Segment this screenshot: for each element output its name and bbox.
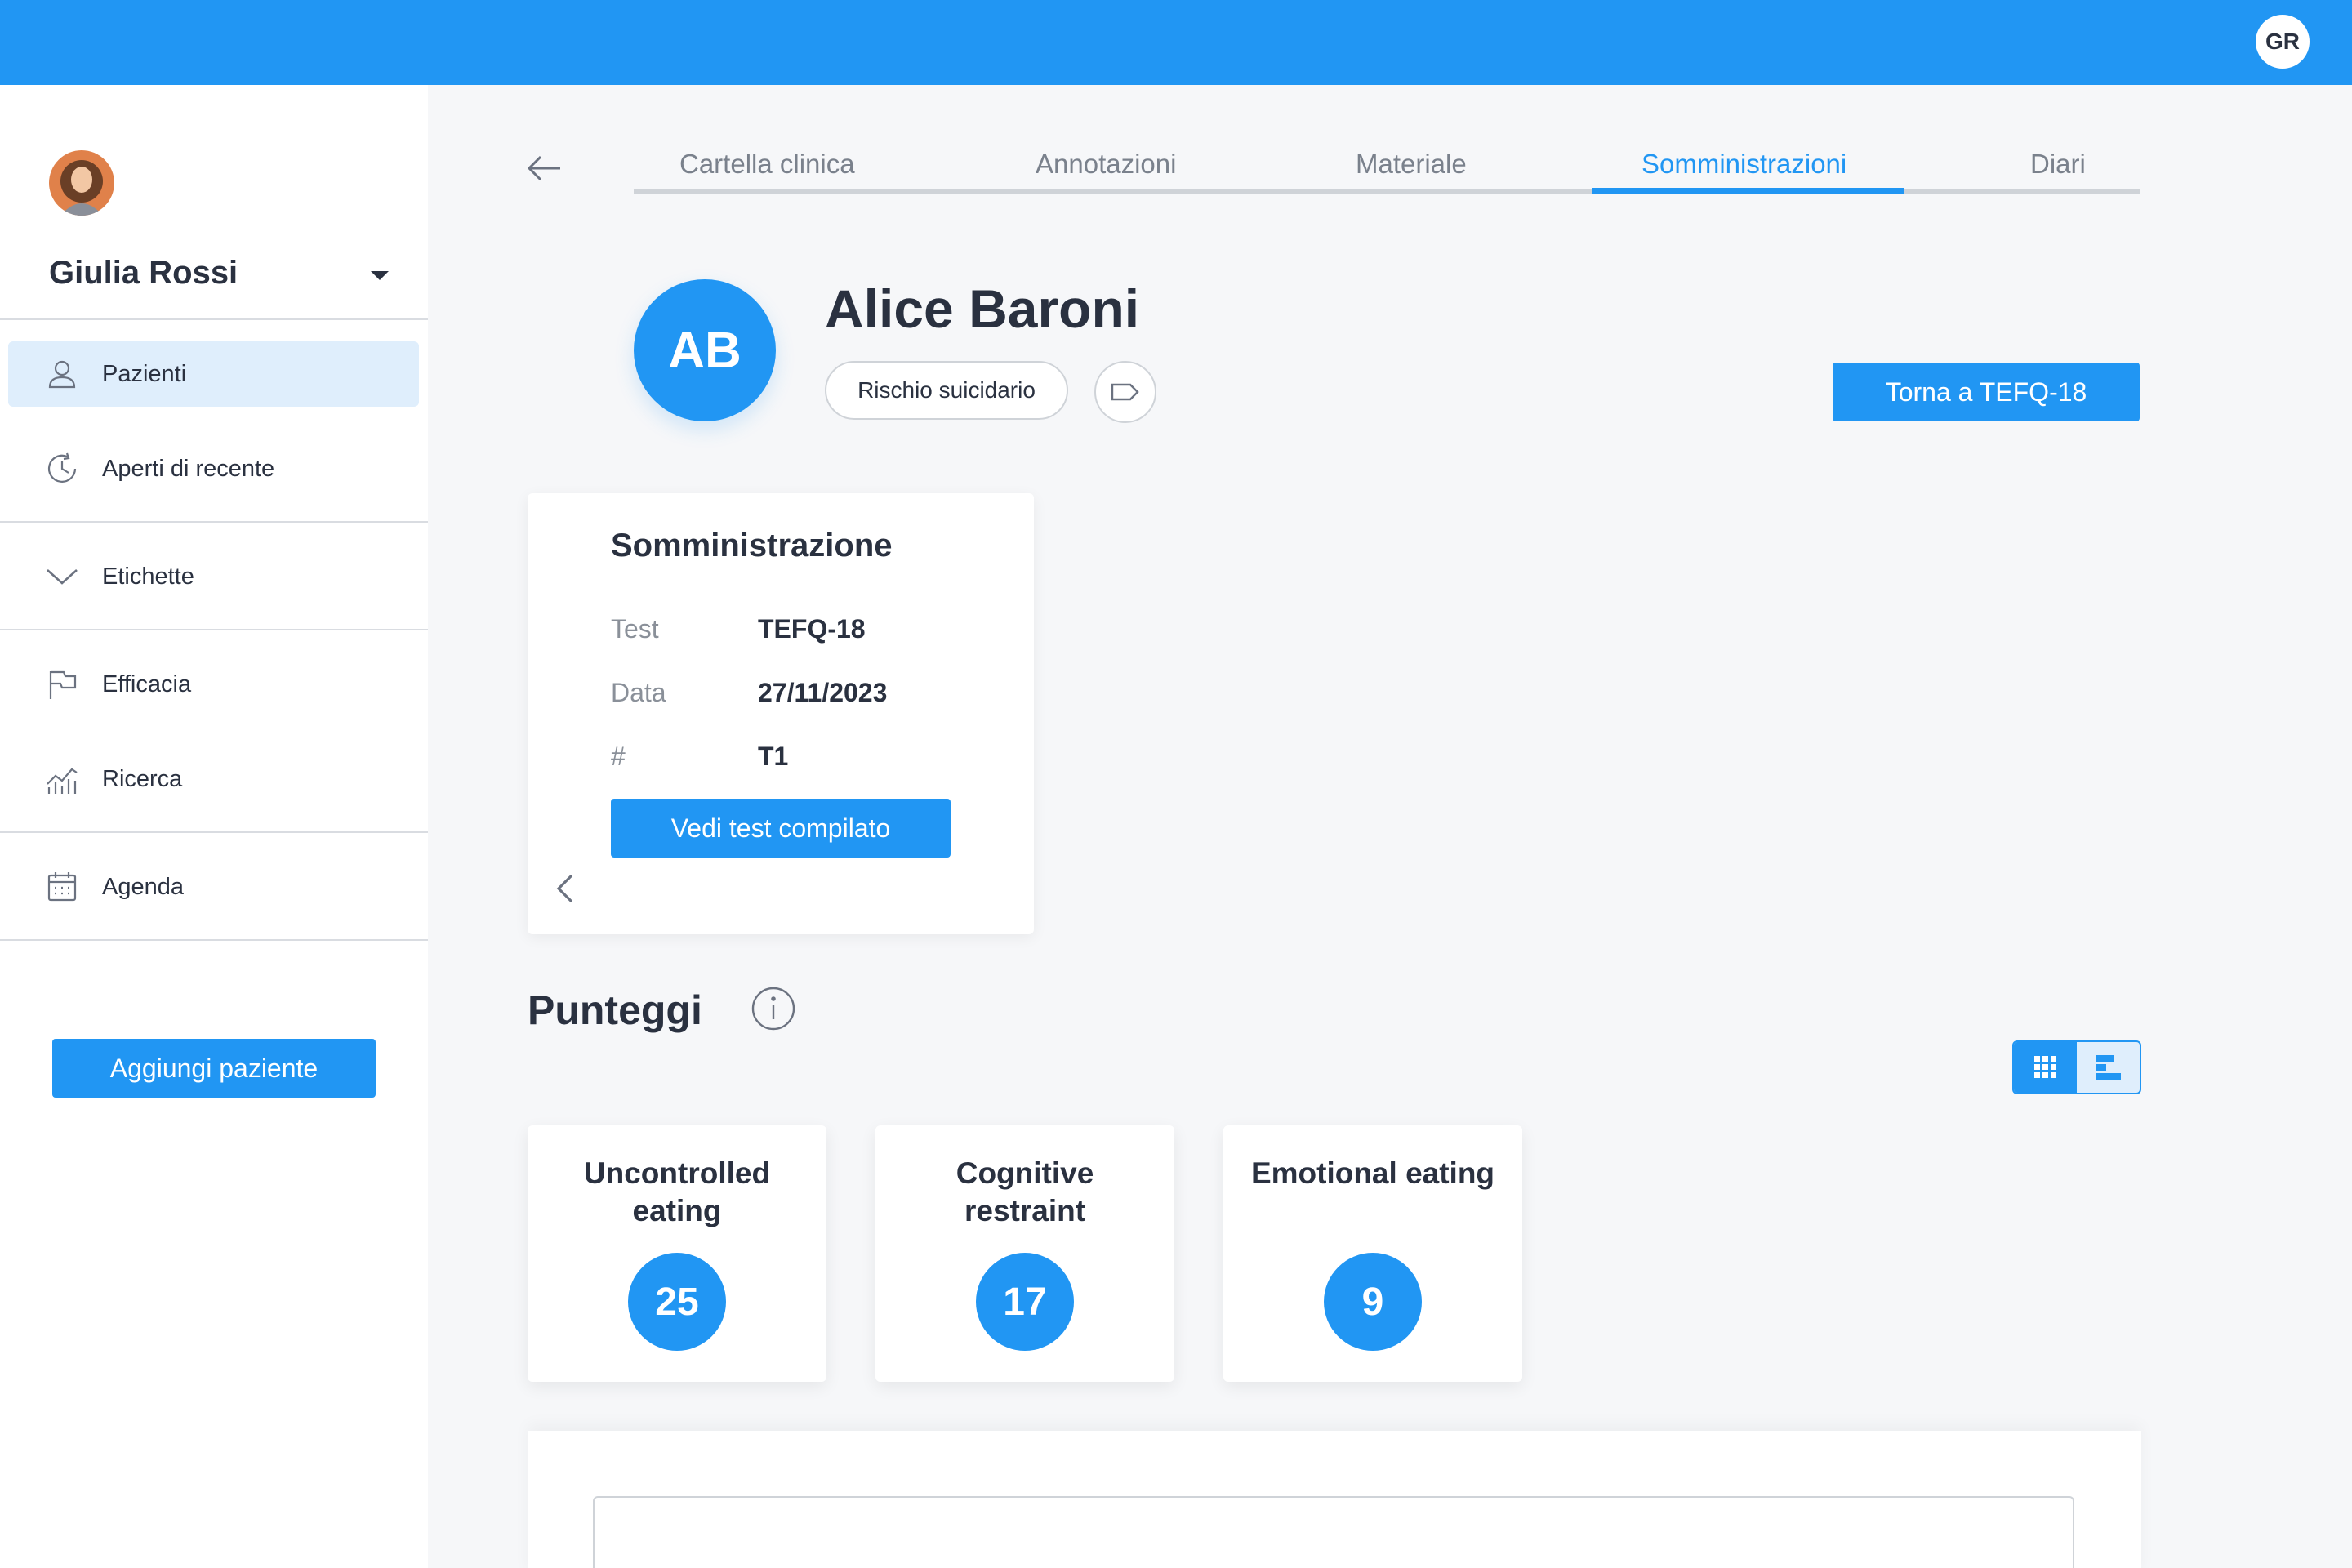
administration-title: Somministrazione [611,528,893,564]
back-arrow-icon[interactable] [523,147,565,189]
sidebar-item-efficacia[interactable]: Efficacia [8,652,419,717]
user-name[interactable]: Giulia Rossi [49,255,238,292]
list-view-button[interactable] [2077,1042,2140,1093]
sidebar-item-label: Agenda [102,873,184,900]
text-area[interactable] [593,1496,2074,1568]
tab-cartella-clinica[interactable]: Cartella clinica [679,149,855,180]
tab-materiale[interactable]: Materiale [1356,149,1467,180]
back-to-test-button[interactable]: Torna a TEFQ-18 [1833,363,2140,421]
grid-view-button[interactable] [2014,1042,2077,1093]
test-value: TEFQ-18 [758,614,866,644]
tag-icon [1111,383,1139,401]
score-value: 9 [1324,1253,1422,1351]
user-icon [44,356,80,392]
profile-photo[interactable] [49,150,114,216]
tabs-track [634,189,2140,194]
chevron-left-icon[interactable] [552,871,577,906]
sidebar-item-etichette[interactable]: Etichette [8,544,419,609]
view-completed-test-button[interactable]: Vedi test compilato [611,799,951,858]
sidebar-item-pazienti[interactable]: Pazienti [8,341,419,407]
add-tag-button[interactable] [1094,361,1156,423]
view-toggle[interactable] [2012,1040,2141,1094]
caret-down-icon[interactable] [371,271,389,280]
chart-icon [44,761,80,797]
score-label: Emotional eating [1250,1156,1495,1190]
chevron-down-icon [44,559,80,595]
score-card: Uncontrolled eating 25 [528,1125,826,1382]
sidebar-item-ricerca[interactable]: Ricerca [8,746,419,812]
divider [0,318,428,320]
score-label: Cognitive restraint [956,1156,1094,1227]
bottom-panel [528,1431,2141,1568]
patient-name: Alice Baroni [825,278,1140,339]
divider [0,521,428,523]
scores-title: Punteggi [528,987,702,1033]
date-value: 27/11/2023 [758,678,888,707]
info-icon[interactable] [750,985,797,1032]
grid-icon [2034,1056,2056,1078]
number-label: # [611,742,626,771]
tab-active-indicator [1592,188,1904,194]
tab-somministrazioni[interactable]: Somministrazioni [1642,149,1846,180]
divider [0,939,428,941]
tab-diari[interactable]: Diari [2030,149,2086,180]
tab-annotazioni[interactable]: Annotazioni [1036,149,1176,180]
score-value: 25 [628,1253,726,1351]
calendar-icon [44,869,80,905]
patient-avatar: AB [634,279,776,421]
sidebar-item-label: Pazienti [102,360,187,387]
sidebar-item-label: Etichette [102,563,194,590]
score-label: Uncontrolled eating [583,1156,771,1227]
tag-pill[interactable]: Rischio suicidario [825,361,1068,420]
divider [0,831,428,833]
number-value: T1 [758,742,789,771]
sidebar-item-label: Efficacia [102,670,192,697]
divider [0,629,428,630]
sidebar-item-label: Aperti di recente [102,455,275,482]
score-value: 17 [976,1253,1074,1351]
add-patient-button[interactable]: Aggiungi paziente [52,1039,376,1098]
user-avatar[interactable]: GR [2256,15,2310,69]
sidebar: Giulia Rossi Pazienti Aperti di recente … [0,85,428,1568]
score-card: Emotional eating 9 [1223,1125,1522,1382]
sidebar-item-label: Ricerca [102,765,183,792]
date-label: Data [611,678,666,707]
flag-icon [44,666,80,702]
clock-icon [44,451,80,487]
sidebar-item-agenda[interactable]: Agenda [8,854,419,920]
bar-list-icon [2096,1055,2121,1080]
sidebar-item-recenti[interactable]: Aperti di recente [8,436,419,501]
score-card: Cognitive restraint 17 [875,1125,1174,1382]
top-bar: GR [0,0,2352,85]
test-label: Test [611,614,659,644]
